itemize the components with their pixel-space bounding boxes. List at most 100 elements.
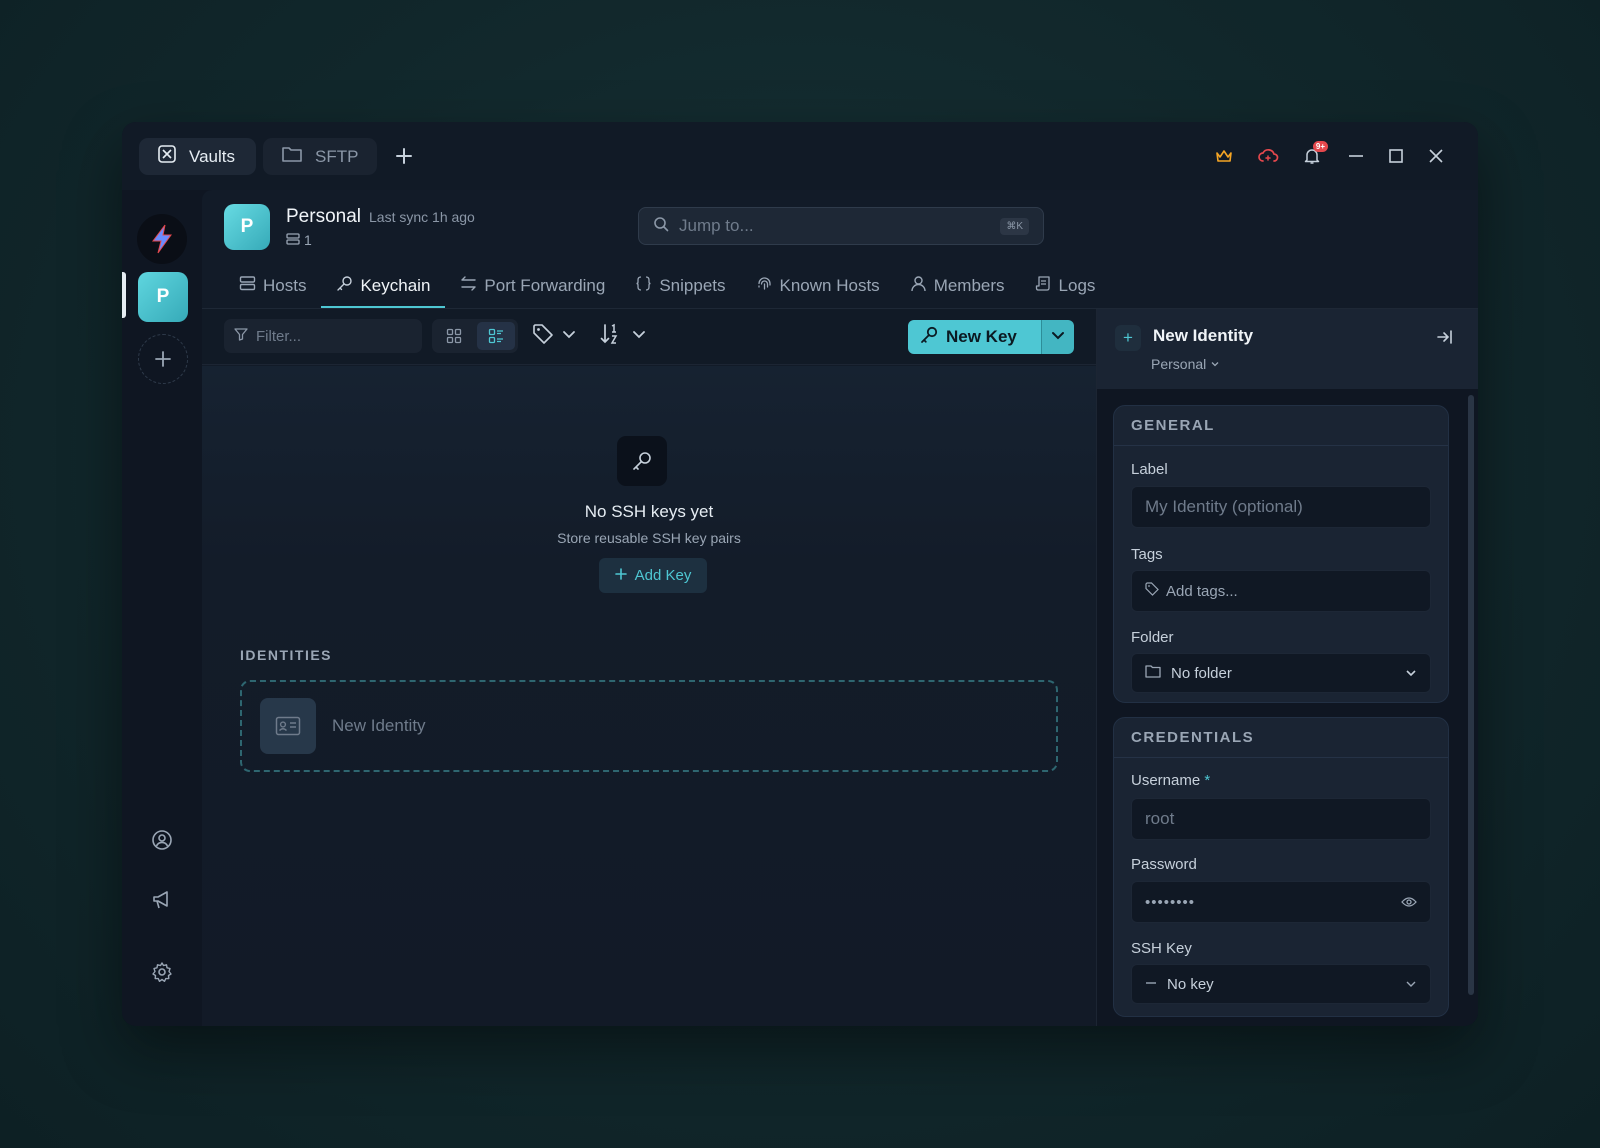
empty-state-title: No SSH keys yet — [584, 502, 714, 521]
view-toggle — [432, 319, 518, 353]
cloud-sync-error-icon[interactable] — [1246, 140, 1290, 172]
grid-view-icon[interactable] — [435, 322, 474, 350]
ssh-key-select[interactable]: No key — [1131, 964, 1431, 1004]
tab-vaults[interactable]: Vaults — [139, 138, 256, 175]
tab-logs[interactable]: Logs — [1020, 266, 1111, 306]
list-view-icon[interactable] — [476, 322, 515, 350]
braces-icon — [635, 275, 652, 297]
folder-field-label: Folder — [1131, 629, 1174, 646]
key-icon — [336, 275, 353, 297]
fingerprint-icon — [756, 275, 773, 297]
general-card: GENERAL Label My Identity (optional) Tag… — [1113, 405, 1449, 703]
password-input[interactable]: •••••••• — [1131, 881, 1431, 923]
megaphone-icon[interactable] — [150, 888, 174, 912]
new-key-split-button: New Key — [908, 320, 1074, 354]
tab-hosts-label: Hosts — [263, 276, 307, 295]
last-sync-status: Last sync 1h ago — [369, 208, 475, 225]
tag-icon — [532, 323, 554, 350]
ssh-key-field-label: SSH Key — [1131, 940, 1192, 957]
tab-port-forwarding-label: Port Forwarding — [484, 276, 606, 295]
search-icon — [653, 216, 669, 237]
active-vault-indicator — [122, 272, 126, 318]
credentials-card-title: CREDENTIALS — [1114, 718, 1448, 758]
chevron-down-icon — [1405, 667, 1417, 679]
new-tab-button[interactable] — [390, 142, 418, 170]
minimize-icon[interactable] — [1334, 140, 1378, 172]
tab-known-hosts[interactable]: Known Hosts — [741, 266, 895, 306]
new-key-options-button[interactable] — [1041, 320, 1074, 354]
vault-avatar-personal[interactable]: P — [138, 272, 188, 322]
folder-select[interactable]: No folder — [1131, 653, 1431, 693]
tab-sftp[interactable]: SFTP — [263, 138, 377, 175]
add-vault-button[interactable] — [138, 334, 188, 384]
tag-icon — [1145, 582, 1159, 600]
plus-icon — [614, 567, 627, 584]
vault-icon-personal: P — [224, 204, 270, 250]
tags-input[interactable]: Add tags... — [1131, 570, 1431, 612]
keychain-toolbar: Filter... New Key — [202, 309, 1096, 365]
filter-input[interactable]: Filter... — [224, 319, 422, 353]
search-placeholder: Jump to... — [679, 216, 754, 235]
username-input[interactable]: root — [1131, 798, 1431, 840]
tab-members[interactable]: Members — [895, 266, 1020, 306]
vault-icon — [157, 144, 177, 169]
tab-keychain[interactable]: Keychain — [321, 266, 446, 308]
add-key-button[interactable]: Add Key — [599, 558, 707, 593]
account-icon[interactable] — [150, 828, 174, 852]
sort-icon — [600, 323, 624, 350]
vault-rail: P — [122, 190, 202, 1026]
id-card-icon — [260, 698, 316, 754]
tag-filter-dropdown[interactable] — [532, 323, 576, 350]
bell-icon[interactable]: 9+ — [1290, 140, 1334, 172]
dash-icon — [1145, 976, 1157, 993]
panel-header: + New Identity Personal — [1097, 309, 1478, 389]
notification-badge: 9+ — [1312, 141, 1328, 152]
tab-snippets-label: Snippets — [659, 276, 726, 295]
tab-vaults-label: Vaults — [189, 146, 235, 166]
general-card-title: GENERAL — [1114, 406, 1448, 446]
chevron-down-icon — [632, 327, 646, 346]
crown-icon[interactable] — [1202, 140, 1246, 172]
tags-placeholder: Add tags... — [1166, 582, 1238, 600]
username-placeholder: root — [1145, 809, 1175, 828]
host-count: 1 — [286, 232, 475, 249]
panel-title: New Identity — [1153, 326, 1254, 345]
tab-hosts[interactable]: Hosts — [224, 266, 321, 306]
host-count-value: 1 — [304, 232, 312, 248]
main-area: P Personal Last sync 1h ago 1 Jump to... — [202, 190, 1478, 1026]
key-icon — [920, 326, 938, 349]
credentials-card: CREDENTIALS Username * root Password •••… — [1113, 717, 1449, 1017]
vault-header: P Personal Last sync 1h ago 1 — [224, 204, 475, 250]
tags-field-label: Tags — [1131, 546, 1163, 563]
app-logo[interactable] — [137, 214, 187, 264]
maximize-icon[interactable] — [1378, 140, 1414, 172]
panel-scrollbar[interactable] — [1468, 395, 1474, 995]
collapse-panel-icon[interactable] — [1436, 328, 1454, 351]
new-key-button[interactable]: New Key — [908, 320, 1041, 354]
new-identity-card[interactable]: New Identity — [240, 680, 1058, 772]
settings-gear-icon[interactable] — [150, 960, 174, 984]
jump-search[interactable]: Jump to... ⌘K — [638, 207, 1044, 245]
server-icon — [286, 232, 300, 249]
empty-state-subtitle: Store reusable SSH key pairs — [557, 530, 741, 546]
vault-name: Personal — [286, 205, 361, 227]
arrows-swap-icon — [460, 275, 477, 297]
label-field-label: Label — [1131, 461, 1168, 478]
eye-icon[interactable] — [1401, 896, 1417, 908]
tab-snippets[interactable]: Snippets — [620, 266, 740, 306]
key-icon — [617, 436, 667, 486]
password-value: •••••••• — [1145, 893, 1196, 911]
new-identity-label: New Identity — [332, 716, 426, 735]
user-icon — [910, 275, 927, 297]
new-key-label: New Key — [946, 327, 1017, 346]
app-window: Vaults SFTP 9+ P P Personal Last sync 1h… — [122, 122, 1478, 1026]
close-icon[interactable] — [1414, 140, 1458, 172]
titlebar-actions: 9+ — [1202, 140, 1458, 172]
tab-keychain-label: Keychain — [360, 276, 431, 295]
tab-port-forwarding[interactable]: Port Forwarding — [445, 266, 620, 306]
chevron-down-icon — [1210, 356, 1220, 372]
identity-label-input[interactable]: My Identity (optional) — [1131, 486, 1431, 528]
username-field-label: Username * — [1131, 772, 1210, 789]
sort-dropdown[interactable] — [600, 323, 646, 350]
vault-selector[interactable]: Personal — [1151, 356, 1220, 372]
